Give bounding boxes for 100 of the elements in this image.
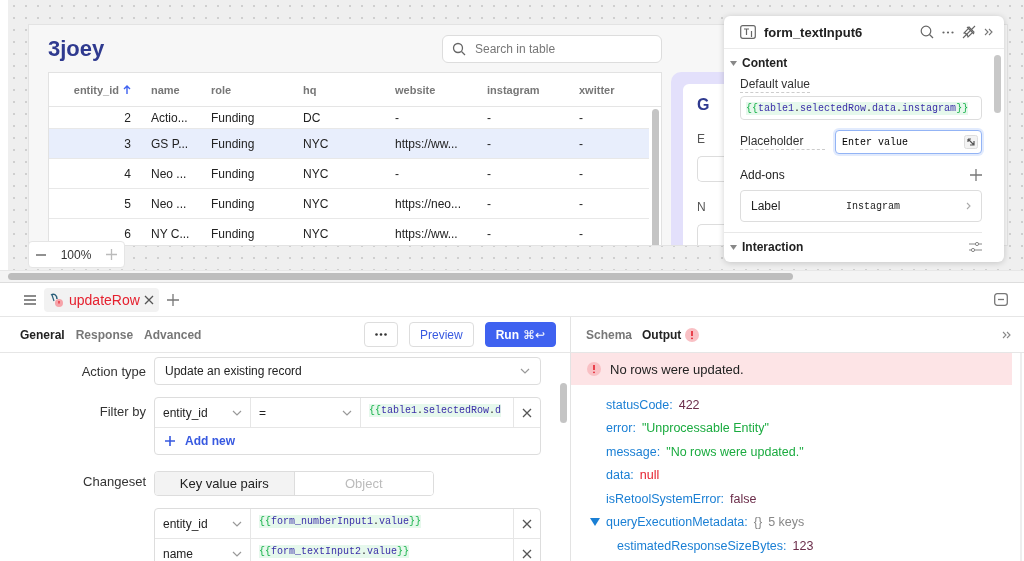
output-tab[interactable]: Output <box>642 327 700 342</box>
search-field[interactable]: Search in table <box>442 34 662 63</box>
field-label: E <box>697 132 706 146</box>
table-header-cell[interactable]: role <box>201 83 293 96</box>
collapse-panel-icon[interactable] <box>994 293 1008 306</box>
json-value: "No rows were updated." <box>666 444 804 459</box>
placeholder-field[interactable]: Enter value <box>835 130 982 154</box>
plus-icon[interactable] <box>970 169 982 181</box>
expand-icon[interactable] <box>1002 330 1012 339</box>
json-key: statusCode: <box>606 397 673 412</box>
plus-icon[interactable] <box>105 249 117 260</box>
code-field[interactable]: {{form_textInput2.value}} <box>251 539 514 561</box>
app-title: 3joey <box>48 35 105 62</box>
editor-tab[interactable]: Response <box>75 327 134 342</box>
table-cell-text: Funding <box>210 226 256 241</box>
preview-button[interactable]: Preview <box>409 322 474 347</box>
table-header-cell[interactable]: entity_id <box>49 83 141 96</box>
key-count: 5 keys <box>768 515 805 530</box>
section-title[interactable]: Content <box>742 56 788 70</box>
plus-icon <box>165 436 175 446</box>
add-new-button[interactable]: Add new <box>155 428 245 454</box>
table-header-cell[interactable]: instagram <box>477 83 569 96</box>
mode-option[interactable]: Key value pairs <box>155 472 295 495</box>
table-cell-text: https://neo... <box>394 196 463 211</box>
scrollbar[interactable] <box>560 383 567 423</box>
field-label: Changeset <box>82 473 146 491</box>
close-icon[interactable] <box>522 548 532 559</box>
key-dropdown[interactable]: entity_id <box>155 509 251 538</box>
minus-icon[interactable] <box>36 253 47 256</box>
section-label: Add-ons <box>740 168 785 182</box>
close-icon[interactable] <box>522 518 532 529</box>
section-title[interactable]: Interaction <box>742 240 804 254</box>
code-field[interactable]: {{table1.selectedRow.data.instagram}} <box>740 96 982 120</box>
table-header-cell[interactable]: hq <box>293 83 385 96</box>
expand-triangle-icon[interactable] <box>590 518 600 527</box>
chevron-down-icon <box>520 368 530 374</box>
json-key: isRetoolSystemError: <box>606 491 725 506</box>
addon-item[interactable]: Label Instagram <box>740 190 982 222</box>
json-key: error: <box>606 421 636 436</box>
search-icon[interactable] <box>920 25 934 39</box>
scrollbar[interactable] <box>652 109 659 245</box>
more-button[interactable] <box>364 322 398 347</box>
json-value: "Unprocessable Entity" <box>641 421 769 436</box>
output-tab[interactable]: Schema <box>586 327 633 342</box>
table-row[interactable]: 3 GS P... Funding NYC https://ww... - - <box>49 129 649 159</box>
close-icon[interactable] <box>143 294 154 305</box>
action-type-dropdown[interactable]: Update an existing record <box>154 357 541 385</box>
table-cell-text: - <box>486 136 492 151</box>
column-dropdown[interactable]: entity_id <box>155 398 251 427</box>
table-header-cell[interactable]: xwitter <box>569 83 661 96</box>
json-type: {} <box>753 515 763 530</box>
ellipsis-icon[interactable] <box>942 30 954 34</box>
menu-icon[interactable] <box>24 294 36 305</box>
unpin-icon[interactable] <box>962 25 976 39</box>
chevron-down-icon <box>232 520 242 527</box>
table-cell-text: - <box>578 196 584 211</box>
caret-icon[interactable] <box>730 244 737 250</box>
table-cell-text: Neo ... <box>150 196 188 211</box>
table-cell-text: GS P... <box>150 136 190 151</box>
chevron-right-icon <box>966 202 971 210</box>
json-value: null <box>639 468 660 483</box>
zoom-level: 100% <box>60 247 92 262</box>
table-cell-text: NYC <box>302 136 330 151</box>
table-cell-text: 3 <box>123 136 132 151</box>
plus-icon[interactable] <box>166 293 179 306</box>
table-cell-text: - <box>578 166 584 181</box>
sliders-icon[interactable] <box>969 242 982 252</box>
code-field[interactable]: {{table1.selectedRow.d <box>361 398 514 427</box>
table-cell-text: Neo ... <box>150 166 188 181</box>
reset-icon[interactable] <box>964 135 978 149</box>
table-cell-text: Funding <box>210 110 256 125</box>
scrollbar[interactable] <box>8 273 793 280</box>
form-title: G <box>697 96 710 113</box>
text-input-icon <box>740 25 756 39</box>
editor-tab[interactable]: Advanced <box>144 327 202 342</box>
table-row[interactable]: 4 Neo ... Funding NYC - - - <box>49 159 649 189</box>
code-field[interactable]: {{form_numberInput1.value}} <box>251 509 514 538</box>
collapse-icon[interactable] <box>984 28 994 36</box>
close-icon[interactable] <box>522 407 532 418</box>
table-row[interactable]: 5 Neo ... Funding NYC https://neo... - - <box>49 189 649 219</box>
table-header-cell[interactable]: website <box>385 83 477 96</box>
editor-tab[interactable]: General <box>20 327 65 342</box>
table-header-cell[interactable]: name <box>141 83 201 96</box>
run-button[interactable]: Run ⌘↩ <box>484 322 556 347</box>
caret-icon[interactable] <box>730 60 737 66</box>
json-value: 422 <box>678 397 700 412</box>
table-cell-text: 4 <box>123 166 132 181</box>
table-cell-text: Funding <box>210 166 256 181</box>
operator-dropdown[interactable]: = <box>251 398 361 427</box>
table-cell-text: - <box>486 110 492 125</box>
query-tab[interactable]: updateRow <box>44 287 159 312</box>
field-label: Placeholder <box>740 134 825 150</box>
field-label: N <box>697 200 707 214</box>
json-key: estimatedResponseSizeBytes: <box>617 538 787 553</box>
key-dropdown[interactable]: name <box>155 539 251 561</box>
scrollbar[interactable] <box>994 55 1001 113</box>
search-icon <box>452 41 466 56</box>
error-icon <box>587 362 601 376</box>
json-key: queryExecutionMetadata: <box>606 515 748 530</box>
table-cell-text: 5 <box>123 196 132 211</box>
